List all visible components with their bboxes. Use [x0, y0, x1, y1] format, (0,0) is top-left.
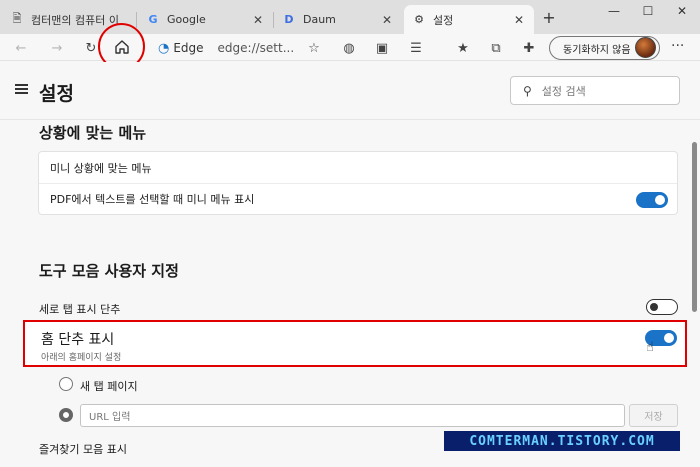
settings-content: 상황에 맞는 메뉴 미니 상황에 맞는 메뉴 PDF에서 텍스트를 선택할 때 … — [0, 121, 700, 467]
search-placeholder: 설정 검색 — [541, 84, 586, 98]
tab-separator — [136, 12, 137, 28]
new-tab-radio[interactable] — [59, 377, 73, 391]
row-label: 미니 상황에 맞는 메뉴 — [50, 161, 152, 175]
hand-cursor-icon: ☝ — [646, 340, 654, 355]
close-icon[interactable]: ✕ — [251, 13, 265, 27]
tab-daum[interactable]: D Daum ✕ — [274, 5, 402, 34]
daum-icon: D — [284, 13, 294, 26]
home-button-label: 홈 단추 표시 — [41, 332, 115, 348]
home-button-sublabel: 아래의 홈페이지 설정 — [41, 353, 122, 363]
forward-icon[interactable]: → — [46, 37, 68, 59]
home-url-input[interactable]: URL 입력 — [80, 404, 625, 427]
favorite-star-icon[interactable]: ☆ — [303, 37, 325, 59]
maximize-button[interactable]: ☐ — [632, 0, 664, 24]
close-icon[interactable]: ✕ — [512, 13, 526, 27]
favorites-icon[interactable]: ★ — [452, 37, 474, 59]
tab-settings[interactable]: ⚙ 설정 ✕ — [404, 5, 534, 34]
section-title-toolbar: 도구 모음 사용자 지정 — [39, 262, 179, 280]
close-icon[interactable]: ✕ — [380, 13, 394, 27]
back-icon[interactable]: ← — [10, 37, 32, 59]
home-button-setting-highlight: 홈 단추 표시 아래의 홈페이지 설정 — [23, 320, 687, 367]
watermark: COMTERMAN.TISTORY.COM — [444, 431, 680, 451]
new-tab-button[interactable]: + — [539, 8, 559, 28]
tab-title: 설정 — [433, 13, 454, 27]
avatar[interactable] — [635, 37, 656, 58]
pdf-mini-menu-toggle[interactable] — [636, 192, 668, 208]
page-title: 설정 — [39, 83, 74, 105]
pip-icon[interactable]: ▣ — [371, 37, 393, 59]
mini-context-menu-row: 미니 상황에 맞는 메뉴 — [39, 152, 677, 183]
vertical-tabs-label: 세로 탭 표시 단추 — [39, 303, 121, 316]
new-tab-label: 새 탭 페이지 — [80, 380, 138, 393]
more-options-icon[interactable]: ··· — [671, 38, 684, 54]
close-button[interactable]: ✕ — [666, 0, 698, 24]
settings-search-input[interactable]: ⚲ 설정 검색 — [510, 76, 680, 105]
edge-logo-icon: ◔ — [158, 40, 170, 56]
vertical-tabs-toggle[interactable] — [646, 299, 678, 315]
context-menu-card: 미니 상황에 맞는 메뉴 PDF에서 텍스트를 선택할 때 미니 메뉴 표시 — [38, 151, 678, 215]
sync-label: 동기화하지 않음 — [563, 44, 631, 56]
tab-title: Daum — [303, 13, 336, 26]
save-button[interactable]: 저장 — [629, 404, 678, 427]
url-text: edge://sett... — [217, 41, 295, 55]
settings-header: 설정 ⚲ 설정 검색 — [0, 62, 700, 120]
search-icon: ⚲ — [523, 83, 532, 98]
google-icon: G — [148, 13, 158, 26]
row-label: PDF에서 텍스트를 선택할 때 미니 메뉴 표시 — [50, 193, 255, 206]
section-title-context-menu: 상황에 맞는 메뉴 — [39, 124, 147, 142]
page-icon: 🗎 — [12, 12, 22, 25]
reading-list-icon[interactable]: ☰ — [405, 37, 427, 59]
gear-icon: ⚙ — [414, 13, 424, 26]
globe-icon[interactable]: ◍ — [338, 37, 360, 59]
tab-title: Google — [167, 13, 206, 26]
edge-label: Edge — [173, 41, 204, 55]
url-radio[interactable] — [59, 408, 73, 422]
menu-icon[interactable] — [15, 84, 28, 94]
pdf-mini-menu-row: PDF에서 텍스트를 선택할 때 미니 메뉴 표시 — [39, 183, 677, 214]
extensions-icon[interactable]: ✚ — [518, 37, 540, 59]
collections-icon[interactable]: ⧉ — [485, 37, 507, 59]
favorites-bar-label: 즐겨찾기 모음 표시 — [39, 443, 127, 456]
tab-google[interactable]: G Google ✕ — [138, 5, 273, 34]
minimize-button[interactable]: — — [598, 0, 630, 24]
url-placeholder: URL 입력 — [89, 412, 131, 423]
scrollbar[interactable] — [692, 142, 697, 312]
